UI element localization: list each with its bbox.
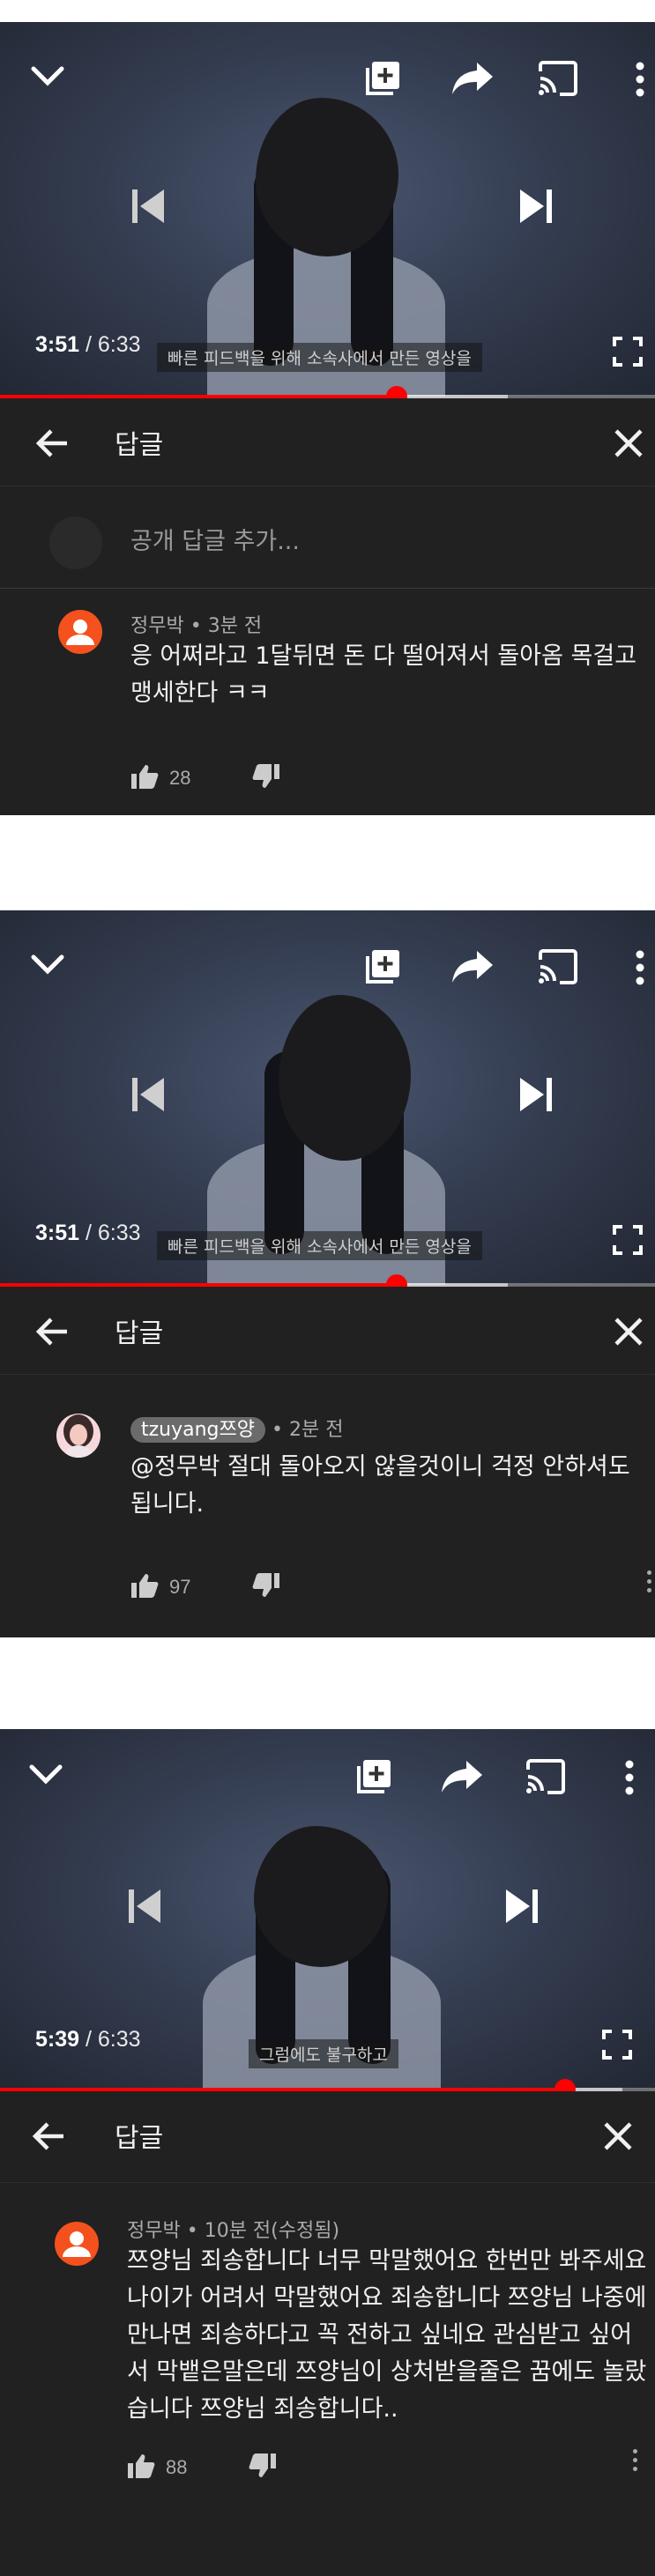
comment-author[interactable]: 정무박 bbox=[127, 2220, 181, 2242]
comment-more-icon[interactable] bbox=[647, 1570, 652, 1597]
fullscreen-icon[interactable] bbox=[601, 2029, 633, 2060]
current-time: 5:39 bbox=[35, 2027, 80, 2052]
arrow-back-icon[interactable] bbox=[32, 1311, 72, 1352]
screenshot-1: 3:51 / 6:33 빠른 피드백을 위해 소속사에서 만든 영상을 답글 공… bbox=[0, 22, 655, 815]
comment-text: 응 어쩌라고 1달뒤면 돈 다 떨어져서 돌아옴 목걸고 맹세한다 ㅋㅋ bbox=[130, 642, 637, 707]
comment-text: 쯔양님 죄송합니다 너무 막말했어요 한번만 봐주세요 나이가 어려서 막말했어… bbox=[127, 2247, 647, 2423]
thumbs-up-icon[interactable] bbox=[130, 763, 159, 793]
like-count: 88 bbox=[166, 2456, 188, 2478]
avatar[interactable] bbox=[55, 2222, 99, 2266]
comment-text: @정무박 절대 돌아오지 않을것이니 걱정 안하셔도 됩니다. bbox=[130, 1453, 630, 1518]
cast-icon[interactable] bbox=[536, 946, 580, 988]
comment-author[interactable]: 정무박 bbox=[130, 615, 184, 637]
avatar[interactable] bbox=[58, 610, 102, 654]
more-vert-icon[interactable] bbox=[631, 59, 649, 100]
reply-comment: 정무박 • 3분 전 응 어쩌라고 1달뒤면 돈 다 떨어져서 돌아옴 목걸고 … bbox=[0, 590, 655, 802]
replies-title: 답글 bbox=[115, 430, 164, 461]
chevron-down-icon[interactable] bbox=[26, 1756, 65, 1794]
skip-previous-icon[interactable] bbox=[127, 184, 169, 228]
skip-next-icon[interactable] bbox=[501, 1884, 543, 1928]
arrow-back-icon[interactable] bbox=[28, 2116, 69, 2157]
comment-age: • 10분 전(수정됨) bbox=[186, 2220, 340, 2242]
avatar[interactable] bbox=[56, 1414, 100, 1458]
video-caption: 빠른 피드백을 위해 소속사에서 만든 영상을 bbox=[157, 1231, 482, 1260]
current-time: 3:51 bbox=[35, 1221, 80, 1245]
comment-age: • 3분 전 bbox=[190, 615, 263, 637]
close-icon[interactable] bbox=[610, 1313, 647, 1350]
video-caption: 빠른 피드백을 위해 소속사에서 만든 영상을 bbox=[157, 343, 482, 372]
comment-meta: tzuyang쯔양 • 2분 전 bbox=[130, 1414, 344, 1443]
share-icon[interactable] bbox=[450, 57, 495, 100]
current-time: 3:51 bbox=[35, 332, 80, 357]
add-reply-field[interactable]: 공개 답글 추가... bbox=[0, 486, 655, 589]
video-player[interactable]: 5:39 / 6:33 그럼에도 불구하고 bbox=[0, 1729, 655, 2090]
replies-title: 답글 bbox=[115, 2123, 164, 2154]
more-vert-icon[interactable] bbox=[621, 1757, 638, 1798]
close-icon[interactable] bbox=[599, 2118, 636, 2155]
time-display: 5:39 / 6:33 bbox=[35, 2027, 141, 2053]
cast-icon[interactable] bbox=[536, 57, 580, 100]
duration: 6:33 bbox=[97, 2027, 141, 2052]
video-player[interactable]: 3:51 / 6:33 빠른 피드백을 위해 소속사에서 만든 영상을 bbox=[0, 910, 655, 1285]
thumbs-up-icon[interactable] bbox=[130, 1572, 159, 1602]
face-censor-blob bbox=[256, 98, 398, 256]
share-icon[interactable] bbox=[439, 1756, 485, 1798]
skip-previous-icon[interactable] bbox=[127, 1073, 169, 1117]
comment-more-icon[interactable] bbox=[633, 2449, 638, 2476]
reply-comment: tzuyang쯔양 • 2분 전 @정무박 절대 돌아오지 않을것이니 걱정 안… bbox=[0, 1375, 655, 1622]
comment-actions: 28 bbox=[130, 763, 280, 793]
comment-meta: 정무박 • 3분 전 bbox=[130, 610, 262, 638]
share-icon[interactable] bbox=[450, 946, 495, 988]
time-display: 3:51 / 6:33 bbox=[35, 332, 141, 358]
skip-next-icon[interactable] bbox=[515, 184, 557, 228]
face-censor-blob bbox=[279, 995, 411, 1161]
screenshot-3: 5:39 / 6:33 그럼에도 불구하고 답글 정무박 • 10분 전(수정됨… bbox=[0, 1729, 655, 2576]
time-separator: / bbox=[86, 2027, 92, 2052]
replies-title: 답글 bbox=[115, 1318, 164, 1349]
replies-header: 답글 bbox=[0, 2091, 655, 2183]
face-censor-blob bbox=[254, 1826, 388, 1967]
comment-age: • 2분 전 bbox=[272, 1419, 344, 1441]
time-display: 3:51 / 6:33 bbox=[35, 1221, 141, 1246]
screenshot-2: 3:51 / 6:33 빠른 피드백을 위해 소속사에서 만든 영상을 답글 t… bbox=[0, 910, 655, 1637]
skip-previous-icon[interactable] bbox=[123, 1884, 166, 1928]
reply-placeholder[interactable]: 공개 답글 추가... bbox=[130, 522, 300, 556]
playlist-add-icon[interactable] bbox=[361, 57, 404, 100]
comment-author[interactable]: tzuyang쯔양 bbox=[130, 1417, 266, 1443]
chevron-down-icon[interactable] bbox=[28, 946, 67, 984]
like-count: 28 bbox=[169, 767, 191, 789]
close-icon[interactable] bbox=[610, 425, 647, 462]
cast-icon[interactable] bbox=[524, 1756, 568, 1798]
thumbs-down-icon[interactable] bbox=[252, 1572, 280, 1602]
video-player[interactable]: 3:51 / 6:33 빠른 피드백을 위해 소속사에서 만든 영상을 bbox=[0, 22, 655, 397]
comment-actions: 97 bbox=[130, 1572, 280, 1602]
replies-header: 답글 bbox=[0, 1287, 655, 1375]
playlist-add-icon[interactable] bbox=[353, 1756, 395, 1798]
arrow-back-icon[interactable] bbox=[32, 423, 72, 464]
avatar bbox=[49, 516, 102, 569]
time-separator: / bbox=[86, 332, 92, 357]
comment-actions: 88 bbox=[127, 2453, 277, 2483]
fullscreen-icon[interactable] bbox=[612, 336, 644, 367]
playlist-add-icon[interactable] bbox=[361, 946, 404, 988]
more-vert-icon[interactable] bbox=[631, 947, 649, 988]
thumbs-up-icon[interactable] bbox=[127, 2453, 155, 2483]
video-caption: 그럼에도 불구하고 bbox=[249, 2039, 398, 2068]
duration: 6:33 bbox=[97, 1221, 141, 1245]
thumbs-down-icon[interactable] bbox=[252, 763, 280, 793]
like-count: 97 bbox=[169, 1576, 191, 1598]
replies-header: 답글 bbox=[0, 398, 655, 486]
duration: 6:33 bbox=[97, 332, 141, 357]
skip-next-icon[interactable] bbox=[515, 1073, 557, 1117]
chevron-down-icon[interactable] bbox=[28, 57, 67, 96]
thumbs-down-icon[interactable] bbox=[249, 2453, 277, 2483]
time-separator: / bbox=[86, 1221, 92, 1245]
fullscreen-icon[interactable] bbox=[612, 1224, 644, 1256]
comment-meta: 정무박 • 10분 전(수정됨) bbox=[127, 2215, 339, 2243]
reply-comment: 정무박 • 10분 전(수정됨) 쯔양님 죄송합니다 너무 막말했어요 한번만 … bbox=[0, 2183, 655, 2553]
